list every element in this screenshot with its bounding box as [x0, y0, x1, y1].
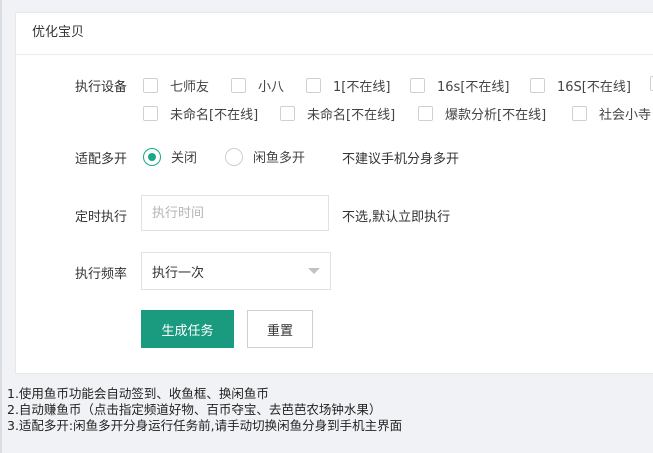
schedule-label: 定时执行: [74, 210, 127, 225]
device-checkbox-1[interactable]: 小八: [231, 76, 284, 95]
checkbox-icon: [143, 106, 158, 121]
checkbox-icon: [530, 78, 545, 93]
note-item: 2.自动赚鱼币（点击指定频道好物、百币夺宝、去芭芭农场钟水果）: [7, 402, 382, 417]
window-edge: [0, 0, 2, 453]
devices-label: 执行设备: [74, 80, 127, 95]
checkbox-icon: [143, 78, 158, 93]
radio-selected-icon: [143, 147, 161, 166]
optimize-card: 优化宝贝 执行设备 七师友 小八 1[不在线] 16s[不在线] 16S[不在线…: [15, 12, 653, 374]
note-item: 1.使用鱼币功能会自动签到、收鱼框、换闲鱼币: [7, 386, 269, 401]
schedule-time-input[interactable]: [142, 196, 328, 230]
card-title: 优化宝贝: [16, 13, 653, 55]
checkbox-icon: [572, 106, 587, 121]
frequency-value: 执行一次: [152, 265, 205, 281]
device-checkbox-3[interactable]: 16s[不在线]: [410, 76, 509, 95]
device-checkbox-6[interactable]: 未命名[不在线]: [280, 104, 395, 123]
frequency-select[interactable]: 执行一次: [141, 252, 331, 290]
generate-task-button[interactable]: 生成任务: [141, 310, 234, 348]
multi-open-label: 适配多开: [74, 152, 127, 167]
frequency-label: 执行频率: [74, 267, 127, 282]
device-checkbox-4[interactable]: 16S[不在线]: [530, 76, 631, 95]
checkbox-icon: [280, 106, 295, 121]
schedule-hint: 不选,默认立即执行: [342, 210, 451, 225]
note-item: 3.适配多开:闲鱼多开分身运行任务前,请手动切换闲鱼分身到手机主界面: [7, 418, 403, 433]
multi-open-radio-xianyu[interactable]: 闲鱼多开: [225, 147, 305, 166]
device-checkbox-5[interactable]: 未命名[不在线]: [143, 104, 258, 123]
checkbox-icon: [410, 78, 425, 93]
device-checkbox-0[interactable]: 七师友: [143, 76, 209, 95]
radio-icon: [225, 147, 243, 166]
multi-open-hint: 不建议手机分身多开: [342, 152, 460, 167]
checkbox-icon: [306, 78, 321, 93]
device-checkbox-8[interactable]: 社会小寺: [572, 104, 651, 123]
reset-button[interactable]: 重置: [247, 310, 313, 348]
checkbox-icon: [418, 106, 433, 121]
multi-open-radio-off[interactable]: 关闭: [143, 147, 197, 166]
device-checkbox-7[interactable]: 爆款分析[不在线]: [418, 104, 546, 123]
device-checkbox-2[interactable]: 1[不在线]: [306, 76, 390, 95]
schedule-time-field[interactable]: [141, 195, 329, 231]
checkbox-icon: [231, 78, 246, 93]
notes-list: 1.使用鱼币功能会自动签到、收鱼框、换闲鱼币 2.自动赚鱼币（点击指定频道好物、…: [7, 386, 402, 434]
chevron-down-icon: [308, 268, 320, 274]
